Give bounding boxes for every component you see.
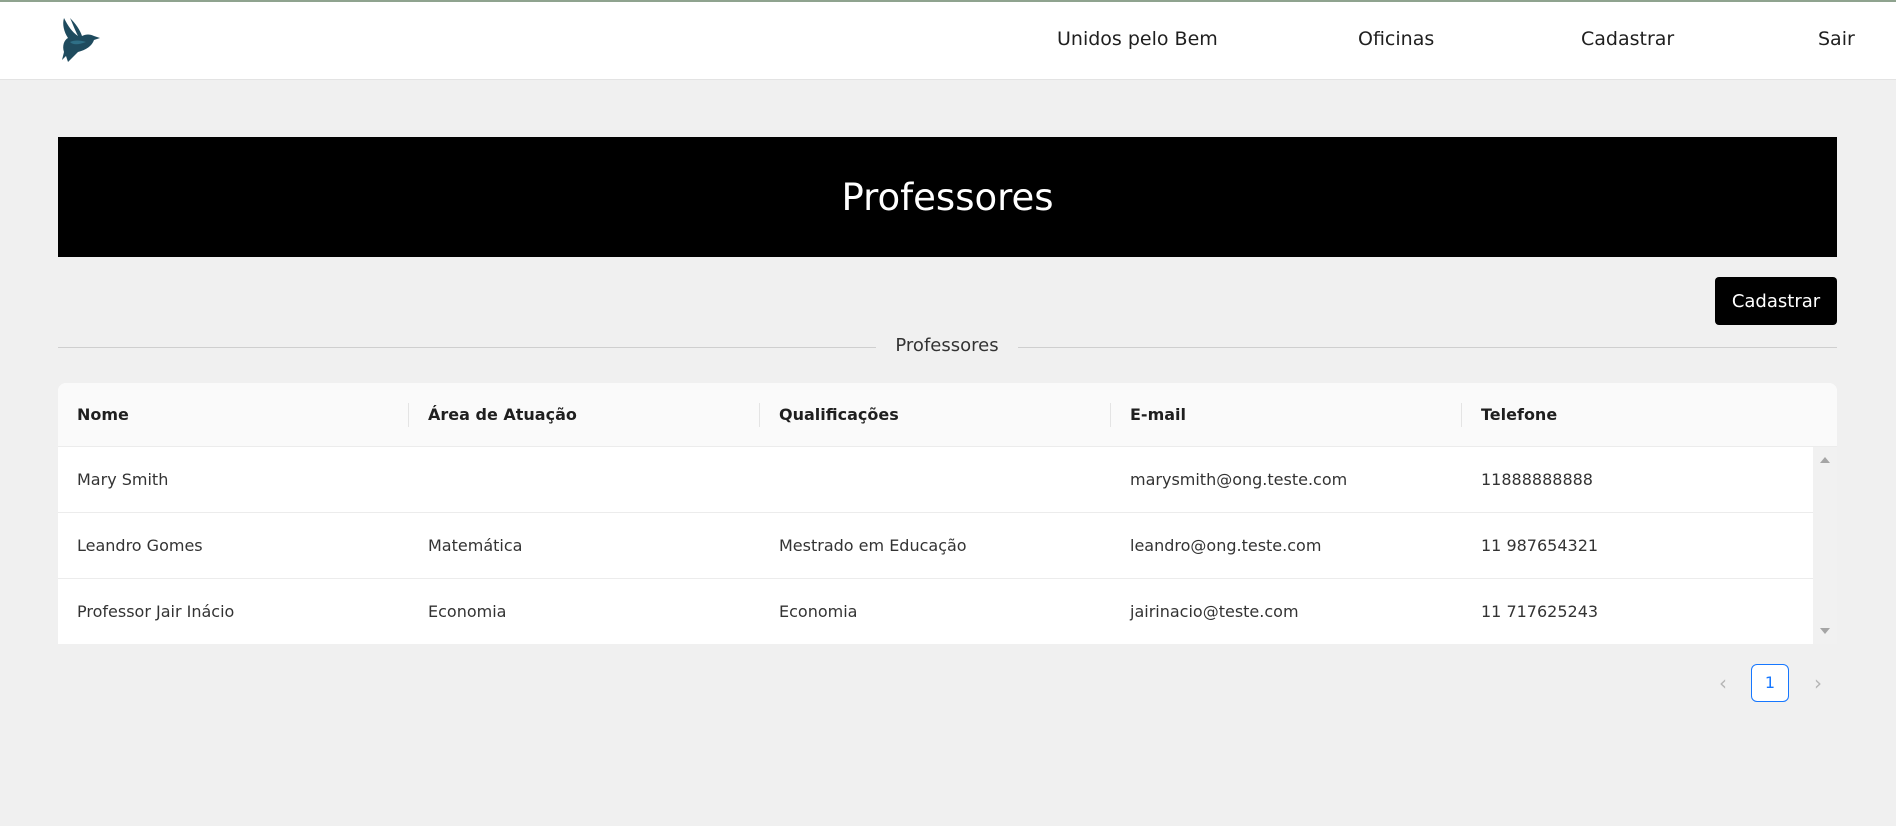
nav-link-cadastrar[interactable]: Cadastrar xyxy=(1581,28,1674,50)
chevron-left-icon[interactable]: ‹ xyxy=(1709,664,1737,702)
table-row[interactable]: Mary Smith marysmith@ong.teste.com 11888… xyxy=(58,447,1813,513)
page-banner: Professores xyxy=(58,137,1837,257)
professors-table: Nome Área de Atuação Qualificações E-mai… xyxy=(58,383,1837,644)
dove-bird-icon[interactable] xyxy=(58,16,102,68)
pagination-page-1[interactable]: 1 xyxy=(1751,664,1789,702)
cell-telefone: 11 987654321 xyxy=(1481,536,1599,555)
cell-telefone: 11888888888 xyxy=(1481,470,1593,489)
cell-qualificacoes: Mestrado em Educação xyxy=(779,536,967,555)
column-header-area[interactable]: Área de Atuação xyxy=(409,383,577,447)
cell-email: leandro@ong.teste.com xyxy=(1130,536,1322,555)
section-label: Professores xyxy=(895,335,999,356)
table-header: Nome Área de Atuação Qualificações E-mai… xyxy=(58,383,1837,447)
cell-nome: Leandro Gomes xyxy=(77,536,203,555)
table-scrollbar[interactable] xyxy=(1813,447,1837,644)
nav-link-sair[interactable]: Sair xyxy=(1818,28,1855,50)
nav-link-oficinas[interactable]: Oficinas xyxy=(1358,28,1434,50)
cell-area xyxy=(409,447,428,513)
chevron-right-icon[interactable]: › xyxy=(1804,664,1832,702)
table-body: Mary Smith marysmith@ong.teste.com 11888… xyxy=(58,447,1813,644)
cell-email: jairinacio@teste.com xyxy=(1130,602,1299,621)
cell-telefone: 11 717625243 xyxy=(1481,602,1599,621)
table-row[interactable]: Leandro Gomes Matemática Mestrado em Edu… xyxy=(58,513,1813,579)
cell-area: Economia xyxy=(428,602,507,621)
column-header-email[interactable]: E-mail xyxy=(1111,383,1186,447)
divider-left xyxy=(58,347,876,348)
top-navbar: Unidos pelo Bem Oficinas Cadastrar Sair xyxy=(0,0,1896,80)
cell-area: Matemática xyxy=(428,536,523,555)
cell-qualificacoes: Economia xyxy=(779,602,858,621)
column-header-qualificacoes[interactable]: Qualificações xyxy=(760,383,899,447)
divider-right xyxy=(1018,347,1837,348)
scroll-up-arrow-icon[interactable] xyxy=(1820,457,1830,463)
table-row[interactable]: Professor Jair Inácio Economia Economia … xyxy=(58,579,1813,644)
cell-qualificacoes xyxy=(760,447,779,513)
cell-nome: Mary Smith xyxy=(77,470,169,489)
scroll-down-arrow-icon[interactable] xyxy=(1820,628,1830,634)
page-title: Professores xyxy=(841,175,1054,219)
cadastrar-button[interactable]: Cadastrar xyxy=(1715,277,1837,325)
column-header-telefone[interactable]: Telefone xyxy=(1462,383,1557,447)
column-header-nome[interactable]: Nome xyxy=(58,383,129,447)
nav-link-unidos-pelo-bem[interactable]: Unidos pelo Bem xyxy=(1057,28,1218,50)
cell-nome: Professor Jair Inácio xyxy=(77,602,235,621)
cell-email: marysmith@ong.teste.com xyxy=(1130,470,1348,489)
